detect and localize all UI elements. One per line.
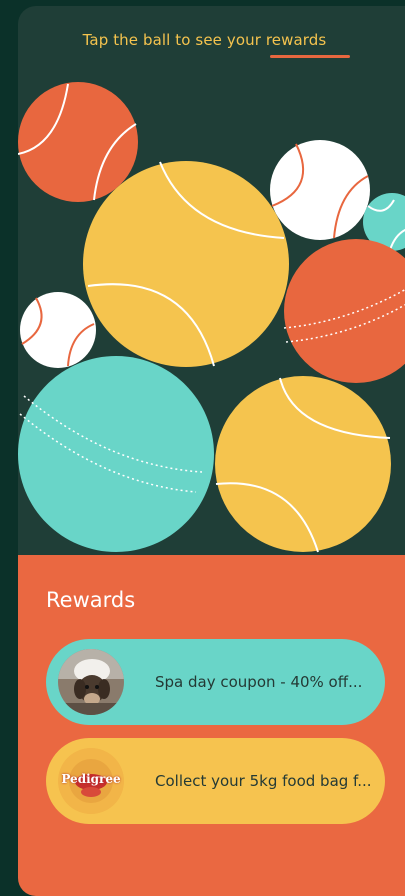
rewards-title: Rewards	[46, 588, 136, 612]
rewards-panel: Rewards Spa day coupon - 40% off... Pedi…	[18, 555, 405, 896]
pedigree-logo-badge: Pedigree	[58, 748, 124, 814]
large-yellow-tennis-ball[interactable]	[83, 161, 289, 367]
reward-food-bag[interactable]: Pedigree Collect your 5kg food bag f...	[46, 738, 385, 824]
large-teal-cricket-ball[interactable]	[18, 356, 214, 552]
reward-label: Spa day coupon - 40% off...	[155, 673, 363, 691]
yellow-tennis-ball[interactable]	[215, 376, 391, 553]
balls-area	[18, 82, 405, 553]
pedigree-wordmark: Pedigree	[61, 772, 121, 786]
reward-label: Collect your 5kg food bag f...	[155, 772, 372, 790]
small-white-baseball[interactable]	[20, 292, 96, 368]
white-baseball[interactable]	[270, 140, 370, 240]
pedigree-logo: Pedigree	[58, 748, 124, 814]
dog-photo	[58, 649, 124, 715]
reward-spa-coupon[interactable]: Spa day coupon - 40% off...	[46, 639, 385, 725]
orange-tennis-ball[interactable]	[18, 82, 138, 202]
orange-cricket-ball[interactable]	[283, 239, 405, 383]
rewards-card: Tap the ball to see your rewards Rewards…	[18, 6, 405, 896]
